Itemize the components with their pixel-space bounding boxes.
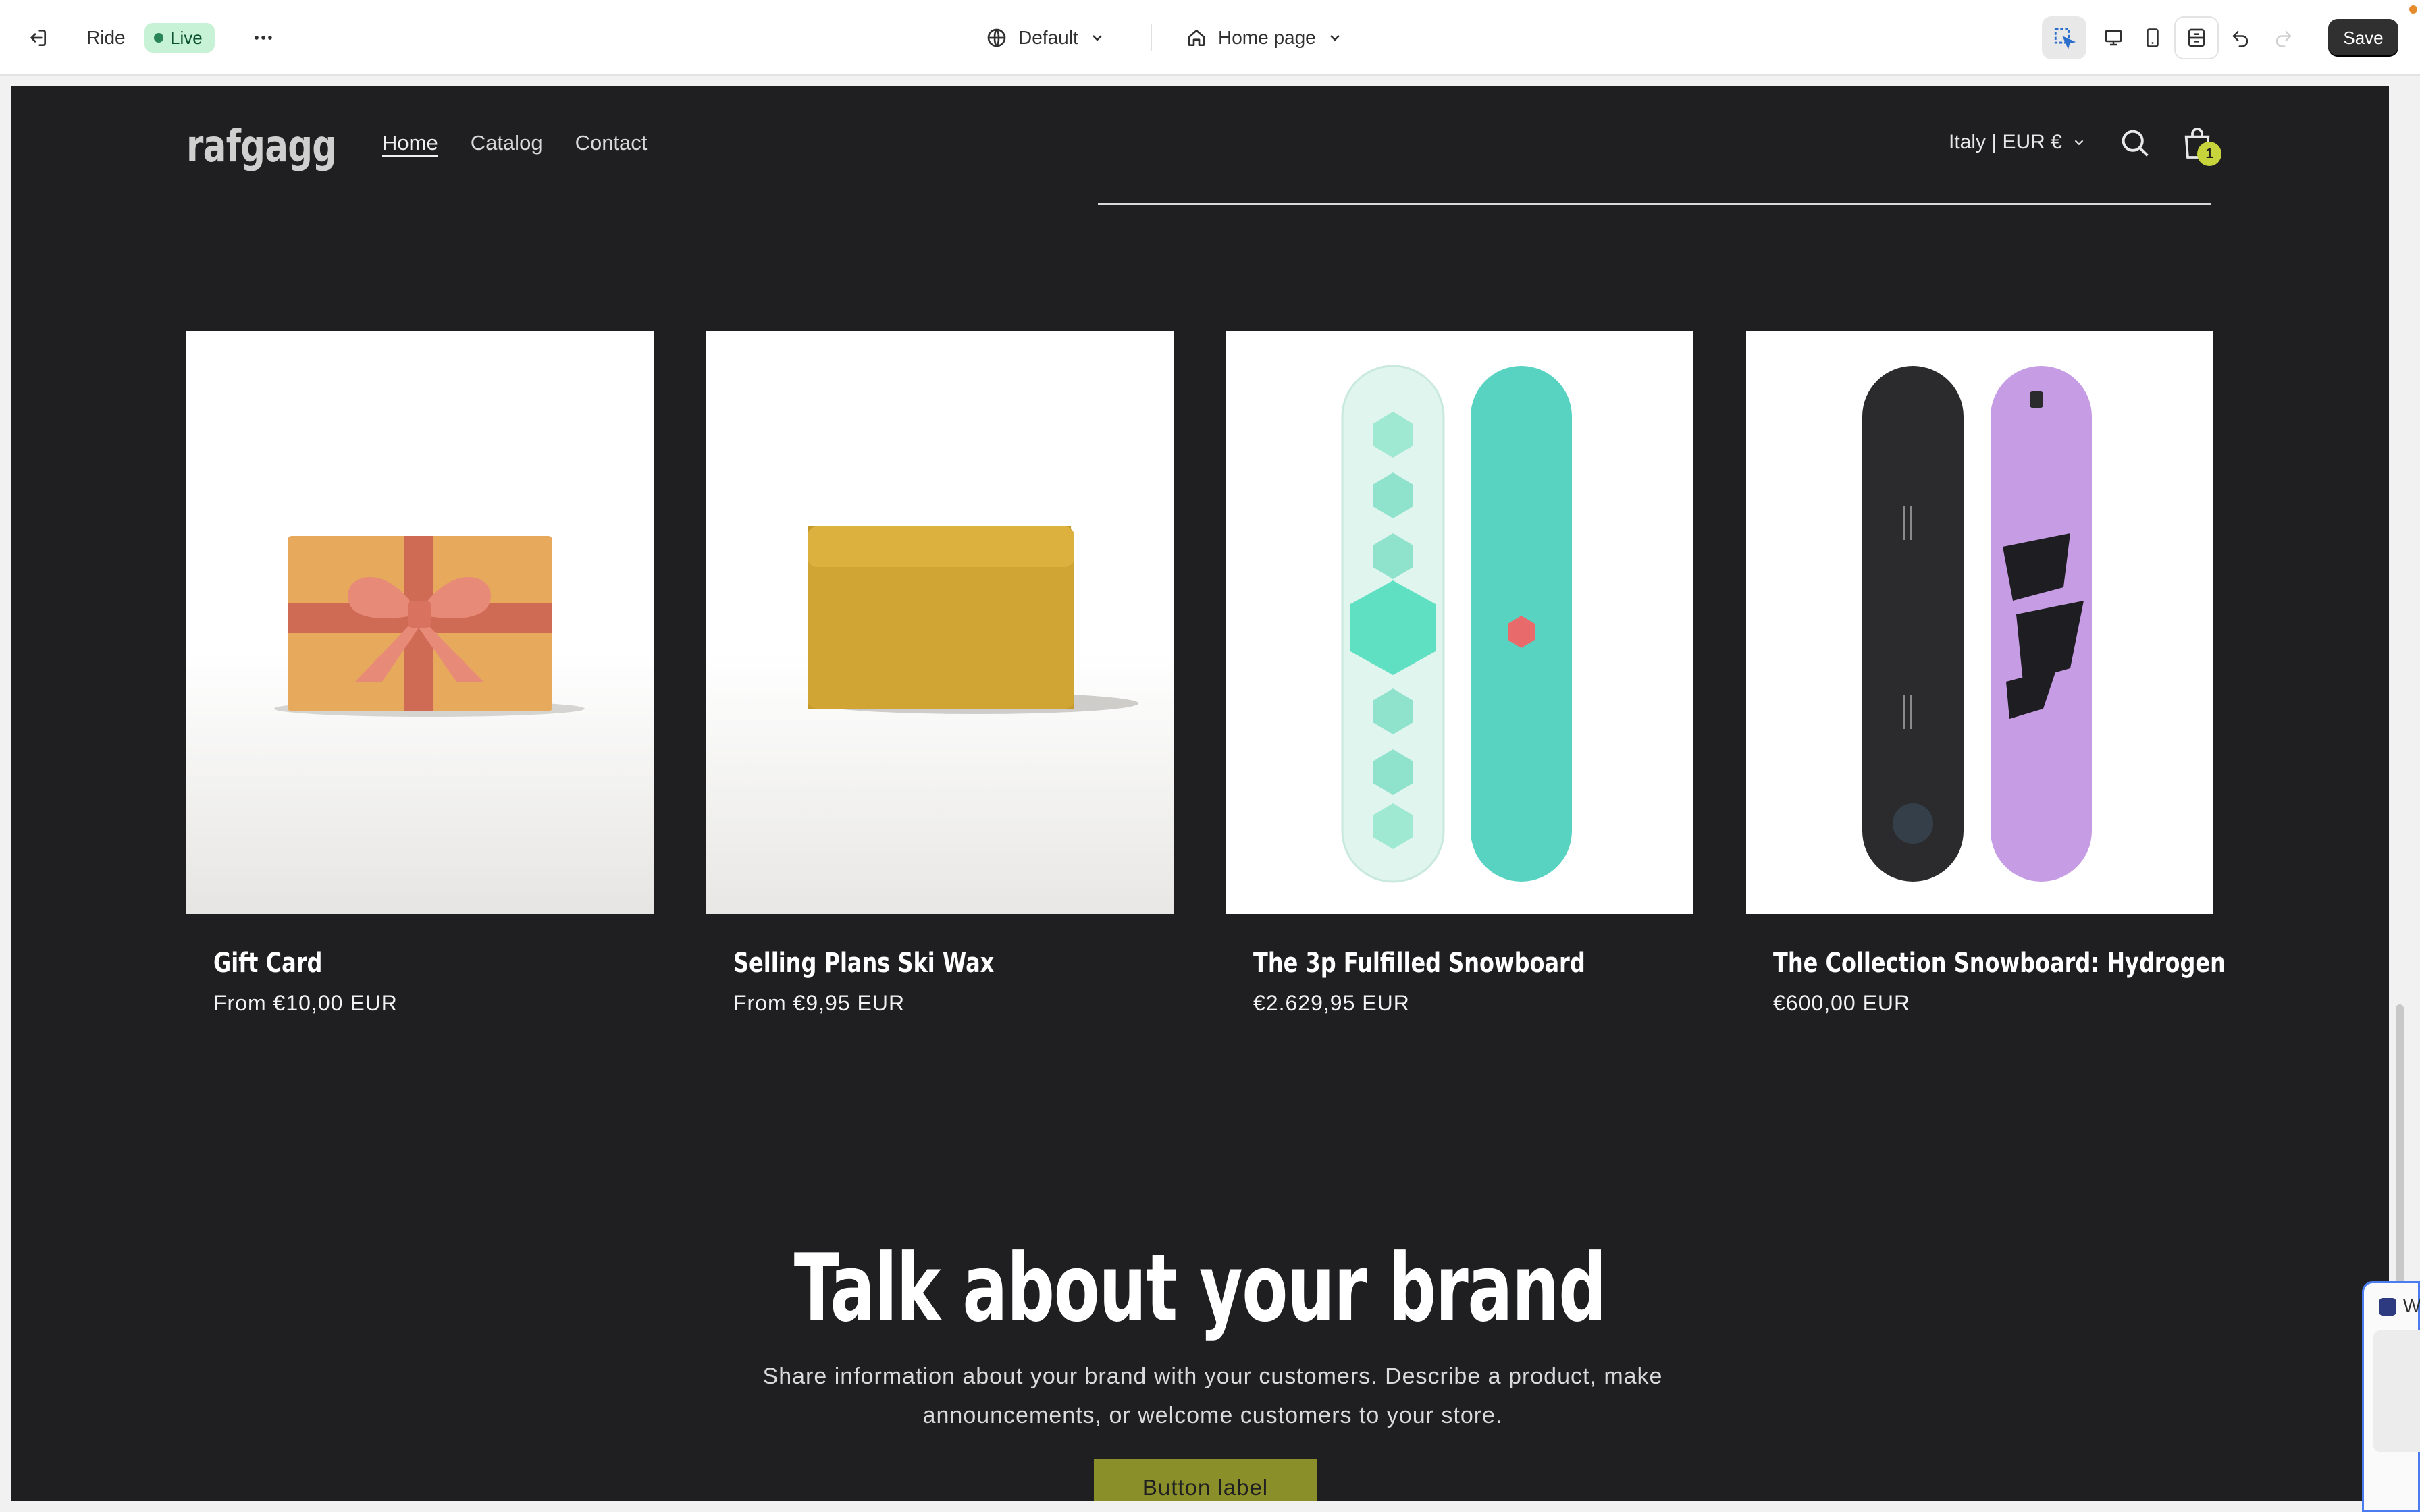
select-element-icon: [2054, 28, 2076, 49]
product-card[interactable]: Gift Card From €10,00 EUR: [186, 331, 654, 1016]
product-price: From €10,00 EUR: [213, 991, 398, 1015]
product-title: The 3p Fulfilled Snowboard: [1253, 948, 1585, 979]
country-selector[interactable]: Italy | EUR €: [1949, 131, 2086, 154]
redo-icon[interactable]: [2266, 20, 2301, 55]
save-button[interactable]: Save: [2328, 19, 2398, 57]
product-title: The Collection Snowboard: Hydrogen: [1773, 948, 2226, 979]
product-price: From €9,95 EUR: [733, 991, 905, 1015]
live-status-badge: Live: [144, 23, 215, 53]
floating-window-label: W: [2403, 1295, 2420, 1316]
snowboard-image: [1341, 364, 1572, 883]
home-icon: [1188, 30, 1205, 46]
store-logo[interactable]: rafgagg: [186, 120, 337, 172]
brand-description: Share information about your brand with …: [727, 1357, 1699, 1435]
product-image: [1226, 331, 1693, 914]
cart-count-badge: 1: [2197, 142, 2221, 166]
theme-selector[interactable]: Default: [986, 20, 1105, 55]
product-image: [1746, 331, 2213, 914]
product-card[interactable]: The 3p Fulfilled Snowboard €2.629,95 EUR: [1226, 331, 1693, 1016]
product-card[interactable]: Selling Plans Ski Wax From €9,95 EUR: [706, 331, 1174, 1016]
ski-wax-image: [808, 526, 1138, 714]
product-price: €2.629,95 EUR: [1253, 991, 1410, 1015]
header-divider: [1098, 203, 2211, 205]
product-image: [186, 331, 654, 914]
chevron-down-icon: [1330, 35, 1340, 41]
store-preview-canvas: rafgagg Home Catalog Contact Italy | EUR…: [11, 86, 2389, 1501]
product-title: Gift Card: [213, 948, 323, 979]
brand-description-line: announcements, or welcome customers to y…: [922, 1403, 1503, 1428]
chevron-down-icon: [1092, 35, 1102, 41]
brand-heading-text: Talk about your brand: [793, 1234, 1607, 1343]
product-price: €600,00 EUR: [1773, 991, 1911, 1015]
theme-globe-icon: [987, 28, 1006, 47]
page-selector[interactable]: Home page: [1186, 20, 1343, 55]
store-name[interactable]: Ride: [86, 23, 126, 53]
product-card[interactable]: The Collection Snowboard: Hydrogen €600,…: [1746, 331, 2226, 1016]
gift-box-image: [274, 536, 585, 717]
brand-description-line: Share information about your brand with …: [762, 1364, 1663, 1389]
search-icon[interactable]: [2118, 126, 2153, 161]
exit-icon[interactable]: [20, 20, 55, 55]
mobile-view-icon[interactable]: [2135, 20, 2170, 55]
full-width-toggle-icon[interactable]: [2174, 16, 2219, 59]
theme-label: Default: [1018, 27, 1078, 48]
app-icon: [2379, 1298, 2396, 1316]
product-image: [706, 331, 1174, 914]
nav-contact[interactable]: Contact: [575, 131, 648, 155]
undo-icon[interactable]: [2223, 20, 2258, 55]
brand-heading: Talk about your brand: [11, 1234, 2389, 1343]
desktop-view-icon[interactable]: [2096, 20, 2131, 55]
notification-dot: [2409, 5, 2417, 14]
nav-home[interactable]: Home: [382, 131, 438, 155]
country-label: Italy | EUR €: [1949, 131, 2062, 153]
page-label: Home page: [1218, 27, 1316, 48]
live-dot-icon: [154, 33, 163, 43]
more-actions-icon[interactable]: [246, 20, 281, 55]
product-title: Selling Plans Ski Wax: [733, 948, 995, 979]
floating-window-content: [2373, 1330, 2420, 1452]
snowboard-image: [1862, 366, 2092, 882]
brand-cta-button[interactable]: Button label: [1094, 1459, 1317, 1501]
nav-catalog[interactable]: Catalog: [471, 131, 543, 155]
live-status-label: Live: [170, 27, 203, 48]
inspector-toggle[interactable]: [2042, 16, 2086, 59]
store-nav: Home Catalog Contact: [382, 131, 647, 155]
topbar-divider: [1151, 24, 1152, 51]
floating-window[interactable]: W: [2362, 1281, 2420, 1512]
editor-topbar: Ride Live Default Home page Save: [0, 0, 2420, 76]
chevron-down-icon: [2074, 140, 2084, 146]
